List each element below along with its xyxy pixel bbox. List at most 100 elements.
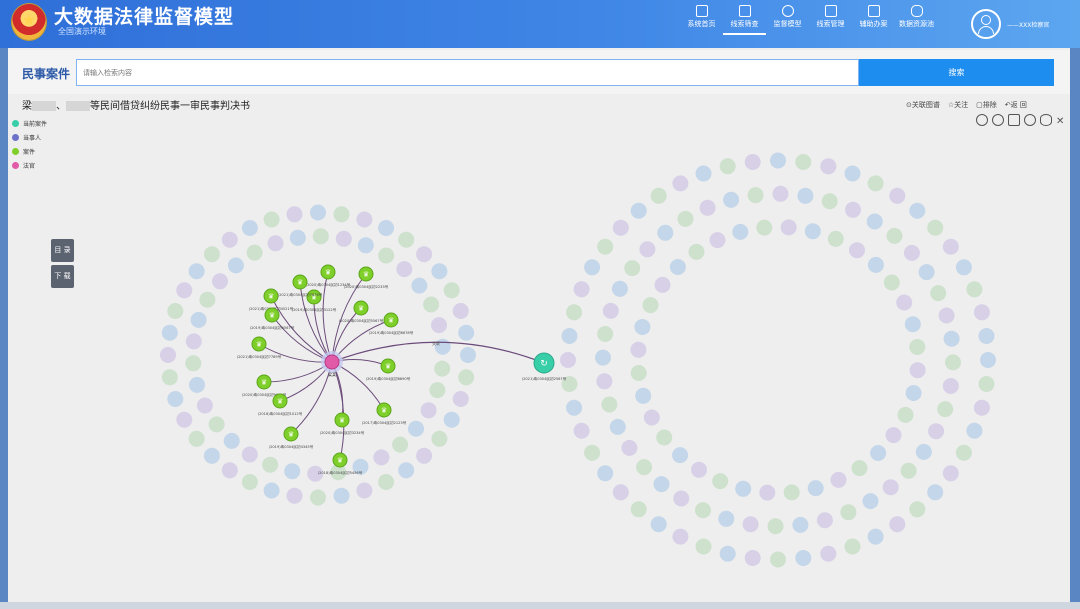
faded-graph-node — [416, 447, 433, 464]
faded-graph-node — [938, 307, 955, 324]
faded-graph-node — [612, 484, 629, 501]
faded-graph-node — [849, 242, 865, 259]
faded-graph-node — [188, 430, 205, 447]
faded-graph-node — [189, 376, 205, 393]
faded-graph-node — [452, 391, 469, 407]
faded-graph-node — [945, 354, 961, 371]
faded-graph-node — [867, 528, 884, 545]
faded-graph-node — [624, 260, 641, 277]
case-node-label: (2019)粤0304民初4345号 — [269, 444, 314, 449]
faded-graph-node — [161, 369, 178, 386]
faded-graph-node — [286, 487, 303, 504]
current-case-label: (2021)粤0304民初2567号 — [522, 376, 567, 381]
faded-graph-node — [756, 219, 773, 236]
faded-graph-node — [416, 246, 433, 263]
faded-graph-node — [643, 409, 660, 426]
faded-graph-node — [973, 304, 990, 321]
faded-graph-node — [909, 362, 926, 379]
faded-graph-node — [396, 261, 413, 278]
faded-graph-node — [601, 396, 618, 413]
faded-graph-node — [199, 291, 216, 308]
faded-graph-node — [885, 427, 902, 444]
faded-graph-node — [909, 339, 926, 355]
faded-graph-node — [695, 502, 711, 519]
faded-graph-node — [719, 545, 736, 562]
faded-graph-node — [398, 231, 415, 248]
faded-graph-node — [190, 311, 207, 328]
faded-graph-node — [630, 365, 647, 381]
faded-graph-node — [904, 316, 921, 333]
faded-graph-node — [241, 474, 258, 490]
faded-graph-node — [804, 223, 821, 240]
faded-graph-node — [927, 484, 944, 501]
faded-graph-node — [356, 482, 373, 499]
faded-graph-node — [560, 352, 576, 368]
faded-graph-node — [185, 355, 202, 372]
faded-graph-node — [742, 516, 759, 533]
faded-graph-node — [335, 230, 352, 247]
faded-graph-node — [561, 328, 578, 344]
faded-graph-node — [573, 422, 590, 439]
faded-graph-node — [642, 297, 659, 314]
faded-graph-node — [458, 324, 475, 341]
faded-graph-node — [167, 303, 184, 319]
faded-graph-node — [930, 285, 947, 302]
faded-graph-node — [673, 490, 690, 507]
faded-graph-node — [434, 360, 451, 377]
faded-graph-node — [797, 187, 814, 204]
faded-graph-node — [978, 328, 995, 344]
faded-graph-node — [443, 411, 460, 428]
faded-graph-node — [373, 449, 390, 466]
faded-graph-node — [595, 349, 611, 366]
faded-graph-node — [795, 154, 812, 170]
faded-graph-node — [830, 471, 847, 488]
faded-graph-node — [772, 185, 789, 202]
faded-graph-node — [770, 551, 786, 568]
faded-graph-node — [672, 175, 689, 192]
faded-graph-node — [612, 219, 629, 236]
bottom-scrollbar[interactable] — [0, 602, 1080, 609]
faded-graph-node — [669, 259, 686, 275]
faded-graph-node — [357, 237, 374, 254]
faded-graph-node — [942, 238, 959, 255]
judge-center-node[interactable] — [324, 354, 340, 370]
faded-graph-node — [928, 423, 945, 440]
faded-graph-node — [634, 319, 651, 335]
faded-graph-node — [566, 304, 583, 321]
faded-graph-node — [596, 373, 613, 390]
faded-graph-node — [289, 229, 306, 246]
case-node-label: (2019)粤0304民初8890号 — [366, 376, 411, 381]
faded-graph-node — [310, 204, 326, 221]
faded-graph-node — [656, 429, 673, 446]
faded-graph-node — [621, 439, 638, 456]
faded-graph-node — [723, 191, 740, 208]
faded-graph-node — [566, 399, 583, 416]
faded-graph-node — [584, 259, 601, 276]
faded-graph-node — [203, 447, 220, 464]
faded-graph-node — [392, 436, 409, 453]
faded-graph-node — [672, 528, 689, 545]
crown-icon: ♛ — [261, 379, 267, 387]
faded-graph-node — [792, 516, 809, 533]
case-node-label: (2021)粤0304民初7789号 — [237, 354, 282, 359]
faded-graph-node — [688, 243, 705, 260]
faded-graph-node — [862, 493, 879, 510]
faded-graph-node — [333, 487, 350, 504]
faded-graph-node — [221, 462, 238, 479]
case-node-label: (2020)粤0304民初5567号 — [339, 318, 384, 323]
faded-graph-node — [636, 459, 653, 476]
faded-graph-node — [284, 463, 301, 480]
faded-graph-node — [889, 187, 906, 204]
faded-graph-node — [712, 473, 729, 490]
faded-graph-node — [821, 193, 838, 210]
faded-graph-node — [650, 516, 667, 533]
faded-graph-node — [223, 432, 240, 449]
faded-graph-node — [918, 264, 935, 281]
faded-graph-node — [744, 154, 761, 170]
faded-graph-node — [263, 482, 280, 499]
faded-graph-node — [654, 276, 671, 293]
faded-graph-node — [188, 263, 205, 280]
faded-graph-node — [695, 538, 712, 555]
faded-graph-node — [639, 241, 656, 258]
faded-graph-node — [718, 510, 735, 527]
